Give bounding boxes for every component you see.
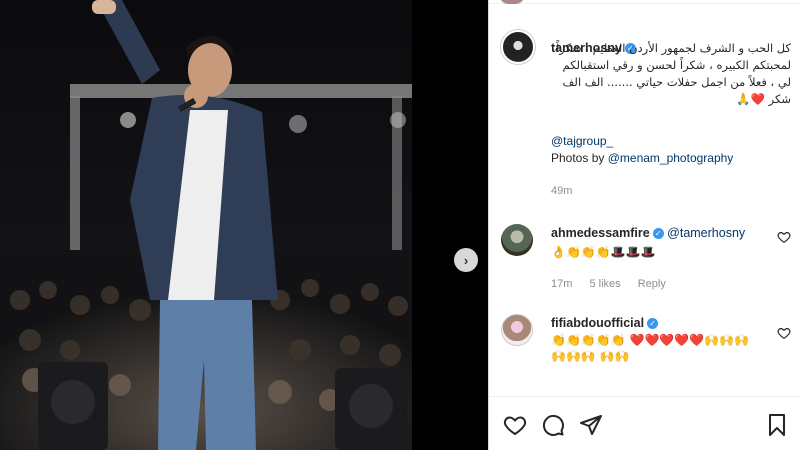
verified-badge-icon: ✓ <box>647 318 659 329</box>
next-photo-button[interactable]: › <box>454 248 478 272</box>
tagged-account-link[interactable]: @tajgroup_ <box>551 134 613 148</box>
post-photo[interactable] <box>0 0 412 450</box>
chevron-right-icon: › <box>463 252 469 268</box>
commenter-avatar[interactable] <box>501 314 533 346</box>
header-avatar[interactable] <box>499 0 525 4</box>
comment-likes[interactable]: 5 likes <box>589 278 620 290</box>
comment-meta: 17m 5 likes Reply <box>551 278 680 290</box>
header-divider <box>489 0 800 4</box>
heart-icon[interactable] <box>777 326 791 340</box>
comment-mention-link[interactable]: @tamerhosny <box>667 226 745 240</box>
comment-reply-button[interactable]: Reply <box>638 278 666 290</box>
action-bar <box>489 396 800 450</box>
heart-icon[interactable] <box>777 230 791 244</box>
share-icon[interactable] <box>579 413 603 437</box>
bookmark-icon[interactable] <box>765 413 789 437</box>
comment-timestamp[interactable]: 17m <box>551 278 572 290</box>
author-avatar[interactable] <box>501 30 535 64</box>
post-details-panel: tamerhosny ✓ كل الحب و الشرف لجمهور الأرد… <box>488 0 800 450</box>
post-viewer: › tamerhosny ✓ كل الحب و الشرف لجمهور الأ… <box>0 0 800 450</box>
photographer-link[interactable]: @menam_photography <box>608 151 734 165</box>
commenter-avatar[interactable] <box>501 224 533 256</box>
post-caption: كل الحب و الشرف لجمهور الأردن العظيم ، ش… <box>556 41 791 106</box>
commenter-username: fifiabdouofficial ✓ <box>551 316 659 330</box>
photo-credit: Photos by @menam_photography <box>551 151 734 165</box>
verified-badge-icon: ✓ <box>652 228 664 239</box>
comment-text: 👌👏👏👏🎩🎩🎩 <box>551 245 656 259</box>
post-timestamp[interactable]: 49m <box>551 185 572 197</box>
concert-photo <box>0 0 412 450</box>
comment-icon[interactable] <box>541 413 565 437</box>
heart-icon[interactable] <box>503 413 527 437</box>
commenter-username: ahmedessamfire ✓ @tamerhosny <box>551 226 746 240</box>
comment-text: 👏👏👏👏👏 ❤️❤️❤️❤️❤️🙌🙌🙌🙌🙌🙌 🙌🙌 <box>551 333 750 363</box>
